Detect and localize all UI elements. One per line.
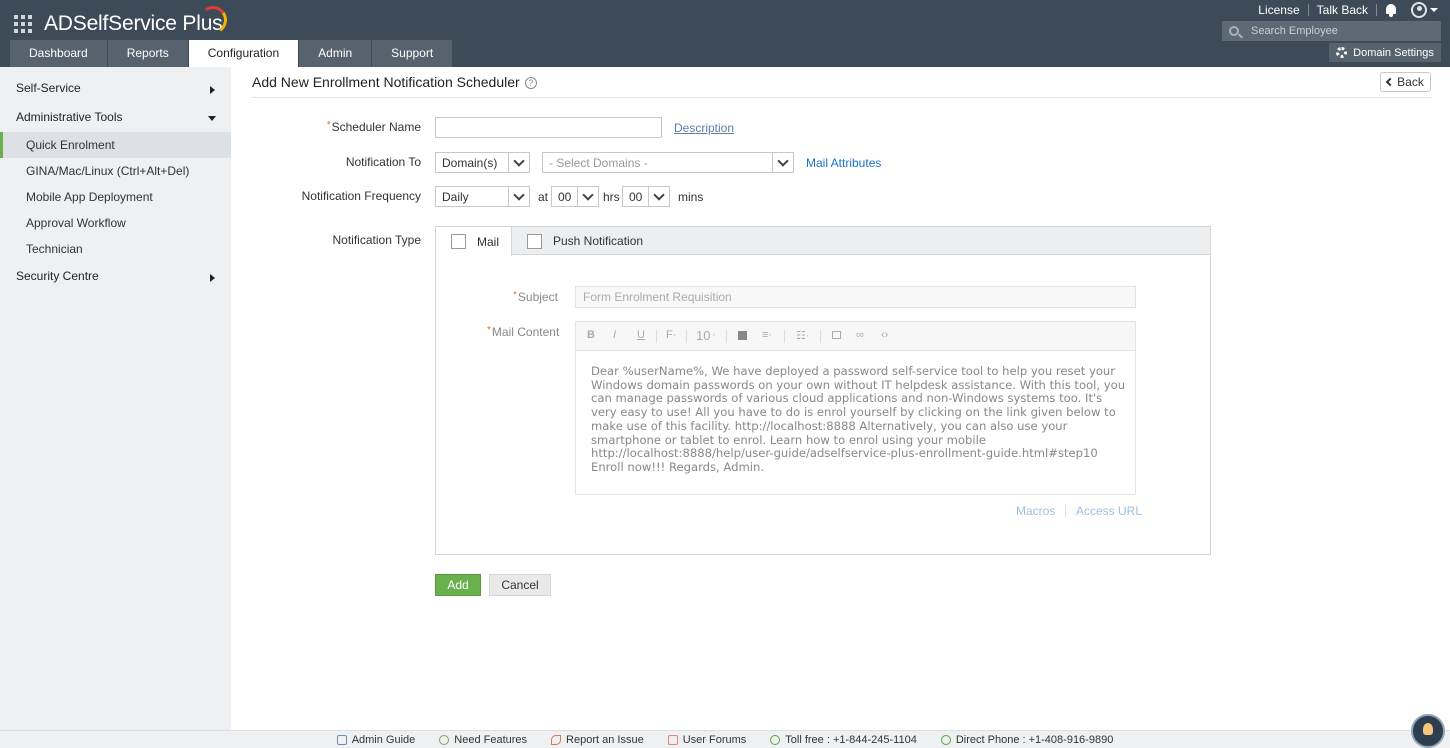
scheduler-name-label: *Scheduler Name xyxy=(326,120,421,134)
sidebar-item-quick-enrolment[interactable]: Quick Enrolment xyxy=(0,132,231,158)
subject-input[interactable]: Form Enrolment Requisition xyxy=(575,286,1136,308)
report-issue-link[interactable]: Report an Issue xyxy=(551,734,644,746)
sidebar-item-approval-workflow[interactable]: Approval Workflow xyxy=(0,210,231,236)
subject-label: *Subject xyxy=(513,290,558,304)
search-icon xyxy=(1229,26,1239,36)
bell-icon[interactable] xyxy=(1385,3,1397,17)
user-forums-link[interactable]: User Forums xyxy=(667,734,746,746)
sidebar-item-administrative-tools[interactable]: Administrative Tools xyxy=(0,103,231,132)
italic-icon[interactable]: I xyxy=(613,329,616,341)
chevron-left-icon xyxy=(1385,77,1395,87)
notification-to-label: Notification To xyxy=(345,155,421,169)
scheduler-name-input[interactable] xyxy=(435,117,662,138)
gear-icon xyxy=(1336,47,1348,58)
admin-guide-link[interactable]: Admin Guide xyxy=(336,734,415,746)
notification-frequency-label: Notification Frequency xyxy=(301,189,421,203)
access-url-link[interactable]: Access URL xyxy=(1076,504,1142,518)
mail-content-label: *Mail Content xyxy=(487,325,560,339)
cancel-button[interactable]: Cancel xyxy=(489,574,551,596)
font-family-icon[interactable]: F· xyxy=(666,329,676,341)
link-icon[interactable]: ∞ xyxy=(856,329,864,341)
direct-phone-number: Direct Phone : +1-408-916-9890 xyxy=(940,734,1113,746)
mail-content-text[interactable]: Dear %userName%, We have deployed a pass… xyxy=(591,364,1126,475)
minutes-select[interactable]: 00 xyxy=(622,186,670,207)
user-profile-icon[interactable] xyxy=(1411,2,1427,18)
divider xyxy=(252,97,1432,98)
push-notification-checkbox[interactable] xyxy=(527,233,542,249)
app-grid-icon[interactable] xyxy=(14,15,32,33)
top-header: ADSelfService Plus License Talk Back Sea… xyxy=(0,0,1450,67)
help-icon[interactable]: ? xyxy=(524,77,537,89)
sidebar-item-mobile-app-deployment[interactable]: Mobile App Deployment xyxy=(0,184,231,210)
tab-dashboard[interactable]: Dashboard xyxy=(10,40,107,67)
book-icon xyxy=(336,734,347,745)
expand-arrow-icon xyxy=(210,86,215,94)
mail-attributes-link[interactable]: Mail Attributes xyxy=(806,156,881,170)
text-color-icon[interactable] xyxy=(738,331,747,340)
bug-icon xyxy=(551,734,562,745)
font-size-select[interactable]: 10 xyxy=(696,328,710,343)
support-chat-icon[interactable] xyxy=(1411,714,1445,748)
notification-to-select[interactable]: Domain(s) xyxy=(435,152,530,173)
sidebar-item-technician[interactable]: Technician xyxy=(0,236,231,262)
phone-icon xyxy=(940,734,951,745)
toll-free-number: Toll free : +1-844-245-1104 xyxy=(770,734,917,746)
underline-icon[interactable]: U xyxy=(637,329,645,341)
chevron-down-icon[interactable] xyxy=(1430,8,1438,12)
collapse-arrow-icon xyxy=(208,116,216,121)
main-tabs: Dashboard Reports Configuration Admin Su… xyxy=(10,40,453,67)
image-icon[interactable] xyxy=(832,331,841,339)
tab-configuration[interactable]: Configuration xyxy=(188,40,299,67)
description-link[interactable]: Description xyxy=(674,121,734,135)
chevron-down-icon xyxy=(648,187,669,206)
chevron-down-icon xyxy=(772,153,793,172)
license-link[interactable]: License xyxy=(1250,3,1307,17)
hours-select[interactable]: 00 xyxy=(551,186,599,207)
tab-admin[interactable]: Admin xyxy=(299,40,372,67)
tab-support[interactable]: Support xyxy=(372,40,453,67)
editor-toolbar: B I U F· 10 · ≡· ☷· ∞ ‹› xyxy=(576,322,1135,351)
at-label: at xyxy=(538,190,549,204)
bold-icon[interactable]: B xyxy=(587,329,595,341)
sidebar-item-gina[interactable]: GINA/Mac/Linux (Ctrl+Alt+Del) xyxy=(0,158,231,184)
talk-back-link[interactable]: Talk Back xyxy=(1309,3,1376,17)
notification-type-tabs: Mail Push Notification xyxy=(436,227,1210,256)
select-domains-dropdown[interactable]: - Select Domains - xyxy=(542,152,794,173)
mail-checkbox[interactable] xyxy=(451,234,466,249)
hrs-label: hrs xyxy=(603,190,620,204)
mail-content-editor[interactable]: B I U F· 10 · ≡· ☷· ∞ ‹› Dear %userName%… xyxy=(575,321,1136,495)
tab-push-notification[interactable]: Push Notification xyxy=(527,227,643,255)
search-employee-input[interactable]: Search Employee xyxy=(1222,21,1441,41)
page-title: Add New Enrollment Notification Schedule… xyxy=(252,74,537,90)
expand-arrow-icon xyxy=(210,274,215,282)
macros-link[interactable]: Macros xyxy=(1016,504,1055,518)
top-links: License Talk Back xyxy=(1250,2,1438,18)
mins-label: mins xyxy=(678,190,704,204)
need-features-link[interactable]: Need Features xyxy=(439,734,527,746)
align-icon[interactable]: ≡· xyxy=(762,329,772,341)
tab-reports[interactable]: Reports xyxy=(107,40,188,67)
chevron-down-icon xyxy=(577,187,598,206)
notification-type-label: Notification Type xyxy=(332,233,422,247)
tab-mail[interactable]: Mail xyxy=(436,227,512,256)
phone-icon xyxy=(770,734,781,745)
forum-icon xyxy=(667,734,678,745)
frequency-select[interactable]: Daily xyxy=(435,186,530,207)
sidebar-item-self-service[interactable]: Self-Service xyxy=(0,74,231,103)
domain-settings-button[interactable]: Domain Settings xyxy=(1329,43,1441,62)
chevron-down-icon xyxy=(508,153,529,172)
lightbulb-icon xyxy=(439,734,450,745)
back-button[interactable]: Back xyxy=(1380,72,1431,92)
sidebar-item-security-centre[interactable]: Security Centre xyxy=(0,262,231,291)
list-icon[interactable]: ☷· xyxy=(796,329,810,342)
source-code-icon[interactable]: ‹› xyxy=(881,329,888,341)
add-button[interactable]: Add xyxy=(435,574,481,596)
chevron-down-icon xyxy=(508,187,529,206)
brand-logo: ADSelfService Plus xyxy=(44,12,223,35)
footer: Admin Guide Need Features Report an Issu… xyxy=(0,730,1450,748)
sidebar: Self-Service Administrative Tools Quick … xyxy=(0,67,231,730)
